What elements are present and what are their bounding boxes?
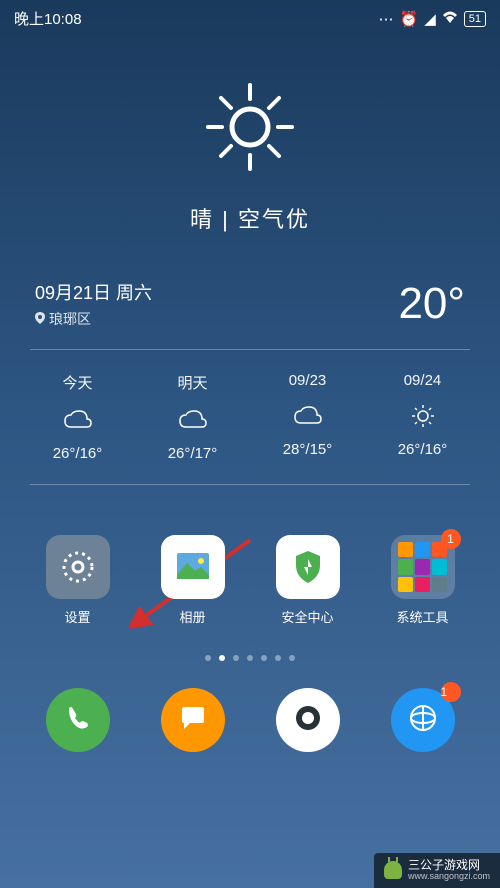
phone-icon xyxy=(63,703,93,738)
dock-phone[interactable] xyxy=(46,688,110,752)
cloud-icon xyxy=(20,405,135,435)
dock: 1 xyxy=(0,678,500,772)
app-label: 系统工具 xyxy=(378,607,468,626)
status-time: 晚上10:08 xyxy=(14,8,82,29)
badge: 1 xyxy=(441,682,461,702)
page-dot-6[interactable] xyxy=(289,655,295,661)
location-text: 琅琊区 xyxy=(49,309,91,329)
app-settings[interactable]: 设置 xyxy=(33,535,123,626)
app-label: 安全中心 xyxy=(263,607,353,626)
watermark: 三公子游戏网 www.sangongzi.com xyxy=(374,853,500,888)
weather-widget[interactable]: 晴 | 空气优 xyxy=(0,37,500,244)
browser-icon xyxy=(408,703,438,738)
page-dot-0[interactable] xyxy=(205,655,211,661)
dock-camera[interactable] xyxy=(276,688,340,752)
watermark-title: 三公子游戏网 xyxy=(408,858,480,872)
android-logo-icon xyxy=(384,861,402,879)
forecast-label: 09/23 xyxy=(250,372,365,389)
sun-icon xyxy=(365,401,480,431)
forecast-day-2[interactable]: 09/23 28°/15° xyxy=(250,372,365,462)
app-system-tools[interactable]: 1 系统工具 xyxy=(378,535,468,626)
page-dot-2[interactable] xyxy=(233,655,239,661)
page-dot-3[interactable] xyxy=(247,655,253,661)
messages-icon xyxy=(178,703,208,738)
wifi-icon xyxy=(442,10,458,27)
status-bar: 晚上10:08 ⋯ ⏰ ◢ 51 xyxy=(0,0,500,37)
forecast-label: 今天 xyxy=(20,372,135,393)
forecast-day-0[interactable]: 今天 26°/16° xyxy=(20,372,135,462)
app-gallery[interactable]: 相册 xyxy=(148,535,238,626)
forecast-label: 明天 xyxy=(135,372,250,393)
home-apps-row: 设置 相册 安全中心 1 系统工具 xyxy=(0,485,500,636)
forecast-temp: 26°/16° xyxy=(20,445,135,462)
forecast-label: 09/24 xyxy=(365,372,480,389)
weather-location: 琅琊区 xyxy=(35,309,152,329)
app-label: 相册 xyxy=(148,607,238,626)
app-label: 设置 xyxy=(33,607,123,626)
forecast-day-3[interactable]: 09/24 26°/16° xyxy=(365,372,480,462)
status-indicators: ⋯ ⏰ ◢ 51 xyxy=(379,10,486,28)
page-indicator[interactable] xyxy=(0,636,500,678)
watermark-url: www.sangongzi.com xyxy=(408,872,490,882)
page-dot-1[interactable] xyxy=(219,655,225,661)
battery-indicator: 51 xyxy=(464,11,486,27)
dock-messages[interactable] xyxy=(161,688,225,752)
weather-condition: 晴 | 空气优 xyxy=(0,202,500,234)
cloud-icon xyxy=(135,405,250,435)
forecast-day-1[interactable]: 明天 26°/17° xyxy=(135,372,250,462)
forecast-row[interactable]: 今天 26°/16° 明天 26°/17° 09/23 28°/15° 09/2… xyxy=(0,350,500,484)
app-security[interactable]: 安全中心 xyxy=(263,535,353,626)
camera-icon xyxy=(291,701,325,740)
more-icon: ⋯ xyxy=(379,10,394,28)
forecast-temp: 28°/15° xyxy=(250,441,365,458)
forecast-temp: 26°/16° xyxy=(365,441,480,458)
weather-date: 09月21日 周六 xyxy=(35,279,152,305)
location-pin-icon xyxy=(35,311,45,327)
cloud-icon xyxy=(250,401,365,431)
alarm-icon: ⏰ xyxy=(400,10,419,28)
date-temp-row[interactable]: 09月21日 周六 琅琊区 20° xyxy=(0,244,500,349)
dock-browser[interactable]: 1 xyxy=(391,688,455,752)
page-dot-4[interactable] xyxy=(261,655,267,661)
sun-icon xyxy=(200,77,300,177)
page-dot-5[interactable] xyxy=(275,655,281,661)
current-temperature: 20° xyxy=(398,279,465,329)
signal-icon: ◢ xyxy=(424,10,436,28)
forecast-temp: 26°/17° xyxy=(135,445,250,462)
badge: 1 xyxy=(441,529,461,549)
